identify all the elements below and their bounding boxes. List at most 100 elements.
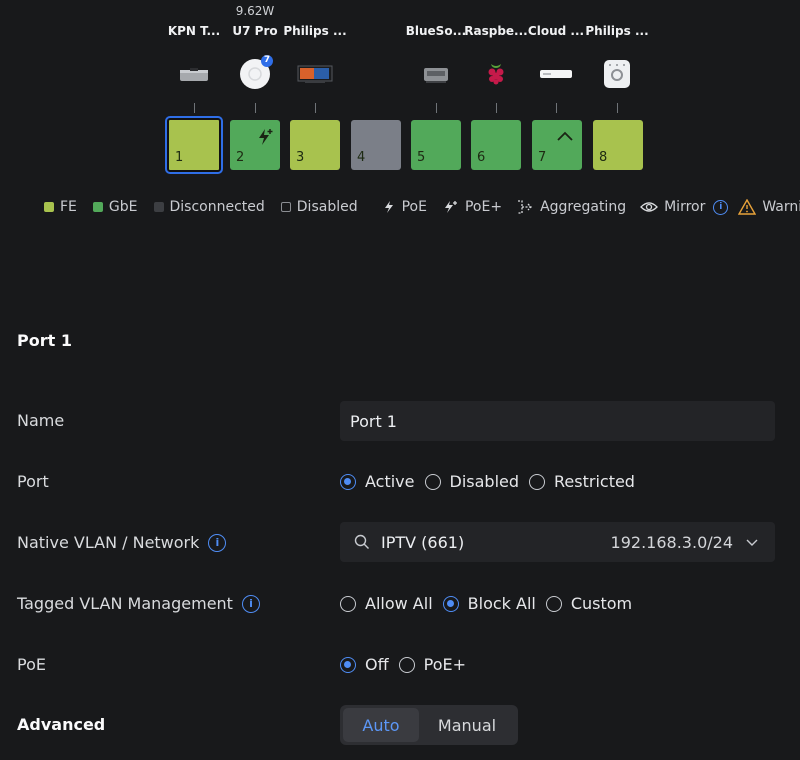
radio-label: Custom <box>570 594 633 613</box>
disabled-swatch <box>280 202 291 212</box>
port-state-restricted-radio[interactable]: Restricted <box>529 472 635 491</box>
mirror-eye-icon <box>640 200 659 214</box>
advanced-auto-option[interactable]: Auto <box>343 708 419 742</box>
legend-mirror-label: Mirror <box>664 199 706 215</box>
native-vlan-info-icon[interactable]: i <box>208 533 227 552</box>
legend-poe: PoE <box>382 199 427 215</box>
port-2[interactable]: 2 <box>230 120 280 170</box>
native-vlan-select[interactable]: IPTV (661) 192.168.3.0/24 <box>340 522 775 562</box>
radio-indicator <box>529 473 546 490</box>
mirror-info-icon[interactable]: i <box>713 199 729 215</box>
advanced-manual-option[interactable]: Manual <box>419 708 515 742</box>
name-input[interactable]: Port 1 <box>340 401 775 441</box>
legend-gbe: GbE <box>92 199 138 215</box>
port-5[interactable]: 5 <box>411 120 461 170</box>
port-8-number: 8 <box>599 150 608 165</box>
native-vlan-label: Native VLAN / Network i <box>17 533 227 552</box>
access-point-icon[interactable]: 7 <box>237 55 273 89</box>
warning-icon <box>738 199 757 215</box>
chevron-down-icon <box>746 539 758 546</box>
port-5-number: 5 <box>417 150 426 165</box>
tagged-vlan-label: Tagged VLAN Management i <box>17 594 260 613</box>
port-8[interactable]: 8 <box>593 120 643 170</box>
port-4-number: 4 <box>357 150 366 165</box>
native-vlan-label-text: Native VLAN / Network <box>17 533 200 552</box>
port-5-connector <box>436 103 437 113</box>
radio-label: PoE+ <box>423 655 467 674</box>
port-1-number: 1 <box>175 150 184 165</box>
poe-off-radio[interactable]: Off <box>340 655 389 674</box>
tagged-vlan-block-all-radio[interactable]: Block All <box>442 594 536 613</box>
tv-icon[interactable] <box>297 59 333 89</box>
legend-disconnected-label: Disconnected <box>169 199 265 215</box>
port-state-label: Port <box>17 472 49 491</box>
cloud-gateway-icon[interactable] <box>538 59 574 89</box>
radio-selected-indicator <box>442 595 459 612</box>
raspberry-pi-icon[interactable] <box>478 59 514 89</box>
port-state-radio-group: Active Disabled Restricted <box>340 472 645 491</box>
port-3-connector <box>315 103 316 113</box>
name-input-value: Port 1 <box>350 411 397 431</box>
port-1[interactable]: 1 <box>165 116 223 174</box>
poe-plus-icon <box>259 129 273 145</box>
port-6-number: 6 <box>477 150 486 165</box>
radio-indicator <box>398 656 415 673</box>
port-3-number: 3 <box>296 150 305 165</box>
poe-radio-group: Off PoE+ <box>340 655 476 674</box>
port-3[interactable]: 3 <box>290 120 340 170</box>
gbe-swatch <box>92 202 103 212</box>
tagged-vlan-allow-all-radio[interactable]: Allow All <box>340 594 433 613</box>
tagged-vlan-info-icon[interactable]: i <box>241 594 260 613</box>
search-icon <box>354 534 369 549</box>
radio-indicator <box>340 595 356 612</box>
legend-fe: FE <box>44 199 77 215</box>
radio-label: Block All <box>467 594 536 613</box>
legend-poe-plus: PoE+ <box>443 199 502 215</box>
legend-poe-plus-label: PoE+ <box>464 199 503 215</box>
radio-label: Restricted <box>554 472 635 491</box>
legend-mirror: Mirror i <box>640 199 729 215</box>
poe-label: PoE <box>17 655 46 674</box>
fe-swatch <box>44 202 54 212</box>
radio-indicator <box>424 473 441 490</box>
audio-device-icon[interactable] <box>418 59 454 89</box>
legend-warning: Warning <box>738 199 800 215</box>
legend-poe-label: PoE <box>401 199 427 215</box>
client-count-badge: 7 <box>263 55 271 65</box>
port-state-active-radio[interactable]: Active <box>340 472 415 491</box>
radio-label: Active <box>365 472 415 491</box>
aggregating-icon <box>516 199 534 215</box>
device-label-port-8[interactable]: Philips ... <box>577 24 657 38</box>
tagged-vlan-radio-group: Allow All Block All Custom <box>340 594 642 613</box>
port-2-connector <box>255 103 256 113</box>
section-title: Port 1 <box>17 331 72 350</box>
hue-bridge-icon[interactable] <box>599 59 635 89</box>
uplink-icon <box>557 131 573 141</box>
tagged-vlan-custom-radio[interactable]: Custom <box>545 594 633 613</box>
port-1-connector <box>194 103 195 113</box>
radio-label: Allow All <box>365 594 433 613</box>
port-4[interactable]: 4 <box>351 120 401 170</box>
port-state-disabled-radio[interactable]: Disabled <box>424 472 519 491</box>
port-7[interactable]: 7 <box>532 120 582 170</box>
radio-label: Off <box>365 655 389 674</box>
poe-plus-radio[interactable]: PoE+ <box>398 655 467 674</box>
tv-box-icon[interactable] <box>176 59 212 89</box>
legend-aggregating-label: Aggregating <box>540 199 627 215</box>
port-2-number: 2 <box>236 150 245 165</box>
radio-selected-indicator <box>340 656 356 673</box>
advanced-mode-toggle: Auto Manual <box>340 705 518 745</box>
port-7-number: 7 <box>538 150 547 165</box>
native-vlan-value: IPTV (661) <box>381 532 465 552</box>
device-label-port-3[interactable]: Philips ... <box>275 24 355 38</box>
port-legend: FE GbE Disconnected Disabled PoE PoE+ Ag… <box>44 199 800 215</box>
radio-selected-indicator <box>340 473 356 490</box>
port-6[interactable]: 6 <box>471 120 521 170</box>
port-7-connector <box>556 103 557 113</box>
poe-icon <box>382 200 396 214</box>
advanced-label: Advanced <box>17 715 106 734</box>
legend-fe-label: FE <box>60 199 77 215</box>
name-label: Name <box>17 411 65 430</box>
port-6-connector <box>496 103 497 113</box>
port-8-connector <box>617 103 618 113</box>
